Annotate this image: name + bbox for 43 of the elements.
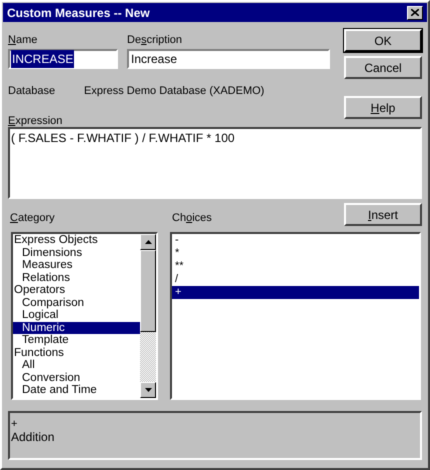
scroll-bar[interactable]	[140, 234, 156, 398]
name-field[interactable]: INCREASE	[8, 49, 118, 69]
close-icon	[411, 9, 419, 16]
down-arrow-icon	[144, 388, 152, 392]
choice-item[interactable]: *	[172, 247, 419, 260]
category-item[interactable]: Measures	[13, 259, 140, 272]
scroll-down-button[interactable]	[140, 382, 156, 398]
category-item[interactable]: Dimensions	[13, 246, 140, 259]
category-item[interactable]: Conversion	[13, 372, 140, 384]
expression-label: Expression	[8, 114, 64, 127]
description-field[interactable]: Increase	[127, 49, 330, 69]
category-item[interactable]: All	[13, 359, 140, 372]
dialog-button[interactable]: Cancel	[344, 56, 422, 79]
choice-item[interactable]: **	[172, 260, 419, 273]
scroll-up-button[interactable]	[140, 234, 156, 250]
category-item[interactable]: Template	[13, 334, 140, 346]
choices-label: Choices	[172, 210, 212, 226]
window-title: Custom Measures -- New	[7, 4, 150, 22]
choice-item[interactable]: +	[172, 286, 419, 299]
description-label: Description	[127, 33, 184, 46]
database-name: Express Demo Database (XADEMO)	[84, 84, 264, 97]
category-item[interactable]: Operators	[13, 284, 140, 296]
close-button[interactable]	[407, 6, 423, 20]
category-item[interactable]: Comparison	[13, 296, 140, 309]
category-label: Category	[10, 210, 56, 226]
category-item[interactable]: Date and Time	[13, 384, 140, 396]
category-item[interactable]: Express Objects	[13, 234, 140, 246]
choice-item[interactable]: -	[172, 234, 419, 247]
expression-field[interactable]: ( F.SALES - F.WHATIF ) / F.WHATIF * 100	[8, 127, 422, 199]
database-label: Database	[8, 84, 56, 97]
category-item[interactable]: Functions	[13, 346, 140, 359]
scroll-thumb[interactable]	[140, 250, 156, 332]
operator-description: Addition	[11, 430, 54, 444]
dialog-button[interactable]: Insert	[344, 203, 422, 226]
dialog-button[interactable]: OK	[344, 29, 422, 52]
category-item[interactable]: Relations	[13, 272, 140, 284]
choice-item[interactable]: /	[172, 273, 419, 286]
category-item[interactable]: Numeric	[13, 322, 140, 334]
category-item[interactable]: Logical	[13, 309, 140, 322]
dialog-button[interactable]: Help	[344, 96, 422, 119]
name-label: Name	[8, 33, 38, 46]
operator-symbol: +	[11, 418, 18, 430]
up-arrow-icon	[144, 240, 152, 244]
